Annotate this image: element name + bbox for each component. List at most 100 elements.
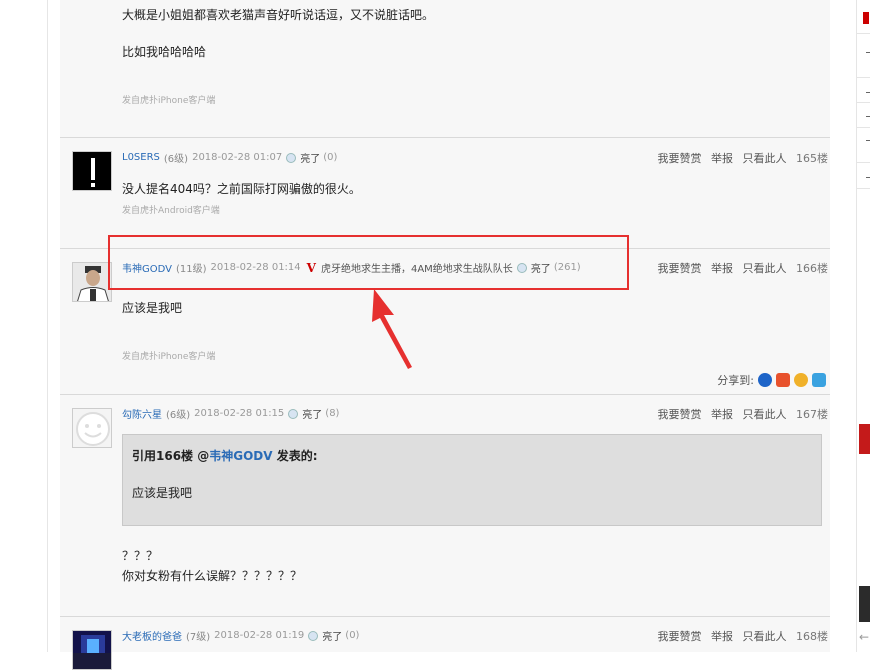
username-link[interactable]: 大老板的爸爸 <box>122 628 182 643</box>
sidebar-dark-block[interactable] <box>859 586 870 622</box>
floor-number[interactable]: 168楼 <box>796 630 828 643</box>
post-meta: 大老板的爸爸 (7级) 2018-02-28 01:19 亮了 (0) <box>122 628 359 643</box>
reward-button[interactable]: 我要赞赏 <box>658 152 702 165</box>
floor-number[interactable]: 167楼 <box>796 408 828 421</box>
sidebar-item[interactable] <box>866 92 870 93</box>
sidebar-divider <box>857 77 870 78</box>
default-avatar-icon <box>76 412 110 446</box>
avatar[interactable] <box>72 630 112 670</box>
username-link[interactable]: L0SERS <box>122 152 160 163</box>
light-count: (0) <box>323 152 338 163</box>
reward-button[interactable]: 我要赞赏 <box>658 408 702 421</box>
reward-button[interactable]: 我要赞赏 <box>658 262 702 275</box>
client-source: 发自虎扑iPhone客户端 <box>122 352 216 362</box>
sidebar-divider <box>857 127 870 128</box>
sidebar-divider <box>857 33 870 34</box>
sidebar-item[interactable] <box>866 52 870 53</box>
quote-block: 引用166楼 @韦神GODV 发表的: 应该是我吧 <box>122 434 822 526</box>
post-actions: 我要赞赏 举报 只看此人 166楼 <box>652 260 829 276</box>
verified-v-icon: V <box>306 260 316 275</box>
user-honors: 虎牙绝地求生主播，4AM绝地求生战队队长 <box>320 264 513 275</box>
quote-header: 引用166楼 @韦神GODV 发表的: <box>132 447 318 464</box>
post-actions: 我要赞赏 举报 只看此人 167楼 <box>652 406 829 422</box>
light-button[interactable]: 亮了 <box>322 628 342 643</box>
sidebar-item[interactable] <box>866 140 870 141</box>
sidebar-divider <box>857 188 870 189</box>
client-source: 发自虎扑Android客户端 <box>122 206 220 216</box>
avatar-image <box>73 152 111 190</box>
sidebar-divider <box>857 162 870 163</box>
client-source: 发自虎扑iPhone客户端 <box>122 96 216 106</box>
post-divider <box>60 248 830 249</box>
light-count: (261) <box>553 262 581 273</box>
right-sidebar: ← <box>856 0 870 652</box>
post-meta: 韦神GODV (11级) 2018-02-28 01:14 V 虎牙绝地求生主播… <box>122 260 581 276</box>
report-button[interactable]: 举报 <box>711 408 733 421</box>
user-level: (6级) <box>163 154 189 165</box>
floor-number[interactable]: 165楼 <box>796 152 828 165</box>
share-baidu-icon[interactable] <box>758 373 772 387</box>
light-bulb-icon[interactable] <box>286 152 297 163</box>
light-button[interactable]: 亮了 <box>302 406 322 421</box>
post-divider <box>60 137 830 138</box>
avatar-image <box>73 263 111 301</box>
share-qq-icon[interactable] <box>812 373 826 387</box>
avatar[interactable] <box>72 262 112 302</box>
light-bulb-icon[interactable] <box>308 630 319 641</box>
quote-body: 应该是我吧 <box>132 486 193 500</box>
share-weibo-icon[interactable] <box>776 373 790 387</box>
light-count: (0) <box>345 630 360 641</box>
username-link[interactable]: 韦神GODV <box>122 260 172 275</box>
share-bar: 分享到: <box>717 372 826 388</box>
light-bulb-icon[interactable] <box>288 408 299 419</box>
light-button[interactable]: 亮了 <box>531 260 551 275</box>
report-button[interactable]: 举报 <box>711 262 733 275</box>
sidebar-red-block[interactable] <box>859 424 870 454</box>
quote-user-link[interactable]: 韦神GODV <box>209 449 272 463</box>
annotation-arrow-icon <box>372 289 412 369</box>
post-meta: L0SERS (6级) 2018-02-28 01:07 亮了 (0) <box>122 150 337 165</box>
user-level: (7级) <box>186 632 211 643</box>
post-divider <box>60 394 830 395</box>
share-label: 分享到: <box>717 374 754 387</box>
avatar-image <box>73 631 111 653</box>
post-text: 比如我哈哈哈哈 <box>122 45 207 59</box>
post-time: 2018-02-28 01:15 <box>194 408 285 419</box>
post-time: 2018-02-28 01:14 <box>210 262 301 273</box>
sidebar-item[interactable] <box>866 116 870 117</box>
post-time: 2018-02-28 01:19 <box>214 630 305 641</box>
post-meta: 勾陈六星 (6级) 2018-02-28 01:15 亮了 (8) <box>122 406 339 421</box>
only-him-button[interactable]: 只看此人 <box>743 262 787 275</box>
quote-prefix: 引用166楼 @ <box>132 449 210 463</box>
reward-button[interactable]: 我要赞赏 <box>658 630 702 643</box>
user-level: (11级) <box>176 264 207 275</box>
floor-number[interactable]: 166楼 <box>796 262 828 275</box>
post-actions: 我要赞赏 举报 只看此人 168楼 <box>652 628 829 644</box>
post-time: 2018-02-28 01:07 <box>192 152 283 163</box>
post-actions: 我要赞赏 举报 只看此人 165楼 <box>652 150 829 166</box>
post-text: 没人提名404吗？之前国际打网骗傲的很火。 <box>122 182 361 196</box>
sidebar-tab-marker <box>863 12 869 24</box>
post-text: 你对女粉有什么误解？？？？？？ <box>122 569 303 583</box>
only-him-button[interactable]: 只看此人 <box>743 630 787 643</box>
sidebar-item[interactable] <box>866 177 870 178</box>
left-margin <box>0 0 48 652</box>
only-him-button[interactable]: 只看此人 <box>743 408 787 421</box>
share-qzone-icon[interactable] <box>794 373 808 387</box>
sidebar-divider <box>857 102 870 103</box>
quote-suffix: 发表的: <box>272 449 318 463</box>
user-level: (6级) <box>166 410 191 421</box>
report-button[interactable]: 举报 <box>711 630 733 643</box>
post-text: 大概是小姐姐都喜欢老猫声音好听说话逗，又不说脏话吧。 <box>122 8 435 22</box>
avatar[interactable] <box>72 151 112 191</box>
post-text: ？？？ <box>122 549 159 563</box>
post-text: 应该是我吧 <box>122 301 183 315</box>
report-button[interactable]: 举报 <box>711 152 733 165</box>
light-bulb-icon[interactable] <box>516 262 527 273</box>
only-him-button[interactable]: 只看此人 <box>743 152 787 165</box>
back-arrow-icon[interactable]: ← <box>859 630 869 644</box>
username-link[interactable]: 勾陈六星 <box>122 406 162 421</box>
post-divider <box>60 616 830 617</box>
avatar[interactable] <box>72 408 112 448</box>
light-button[interactable]: 亮了 <box>300 150 320 165</box>
